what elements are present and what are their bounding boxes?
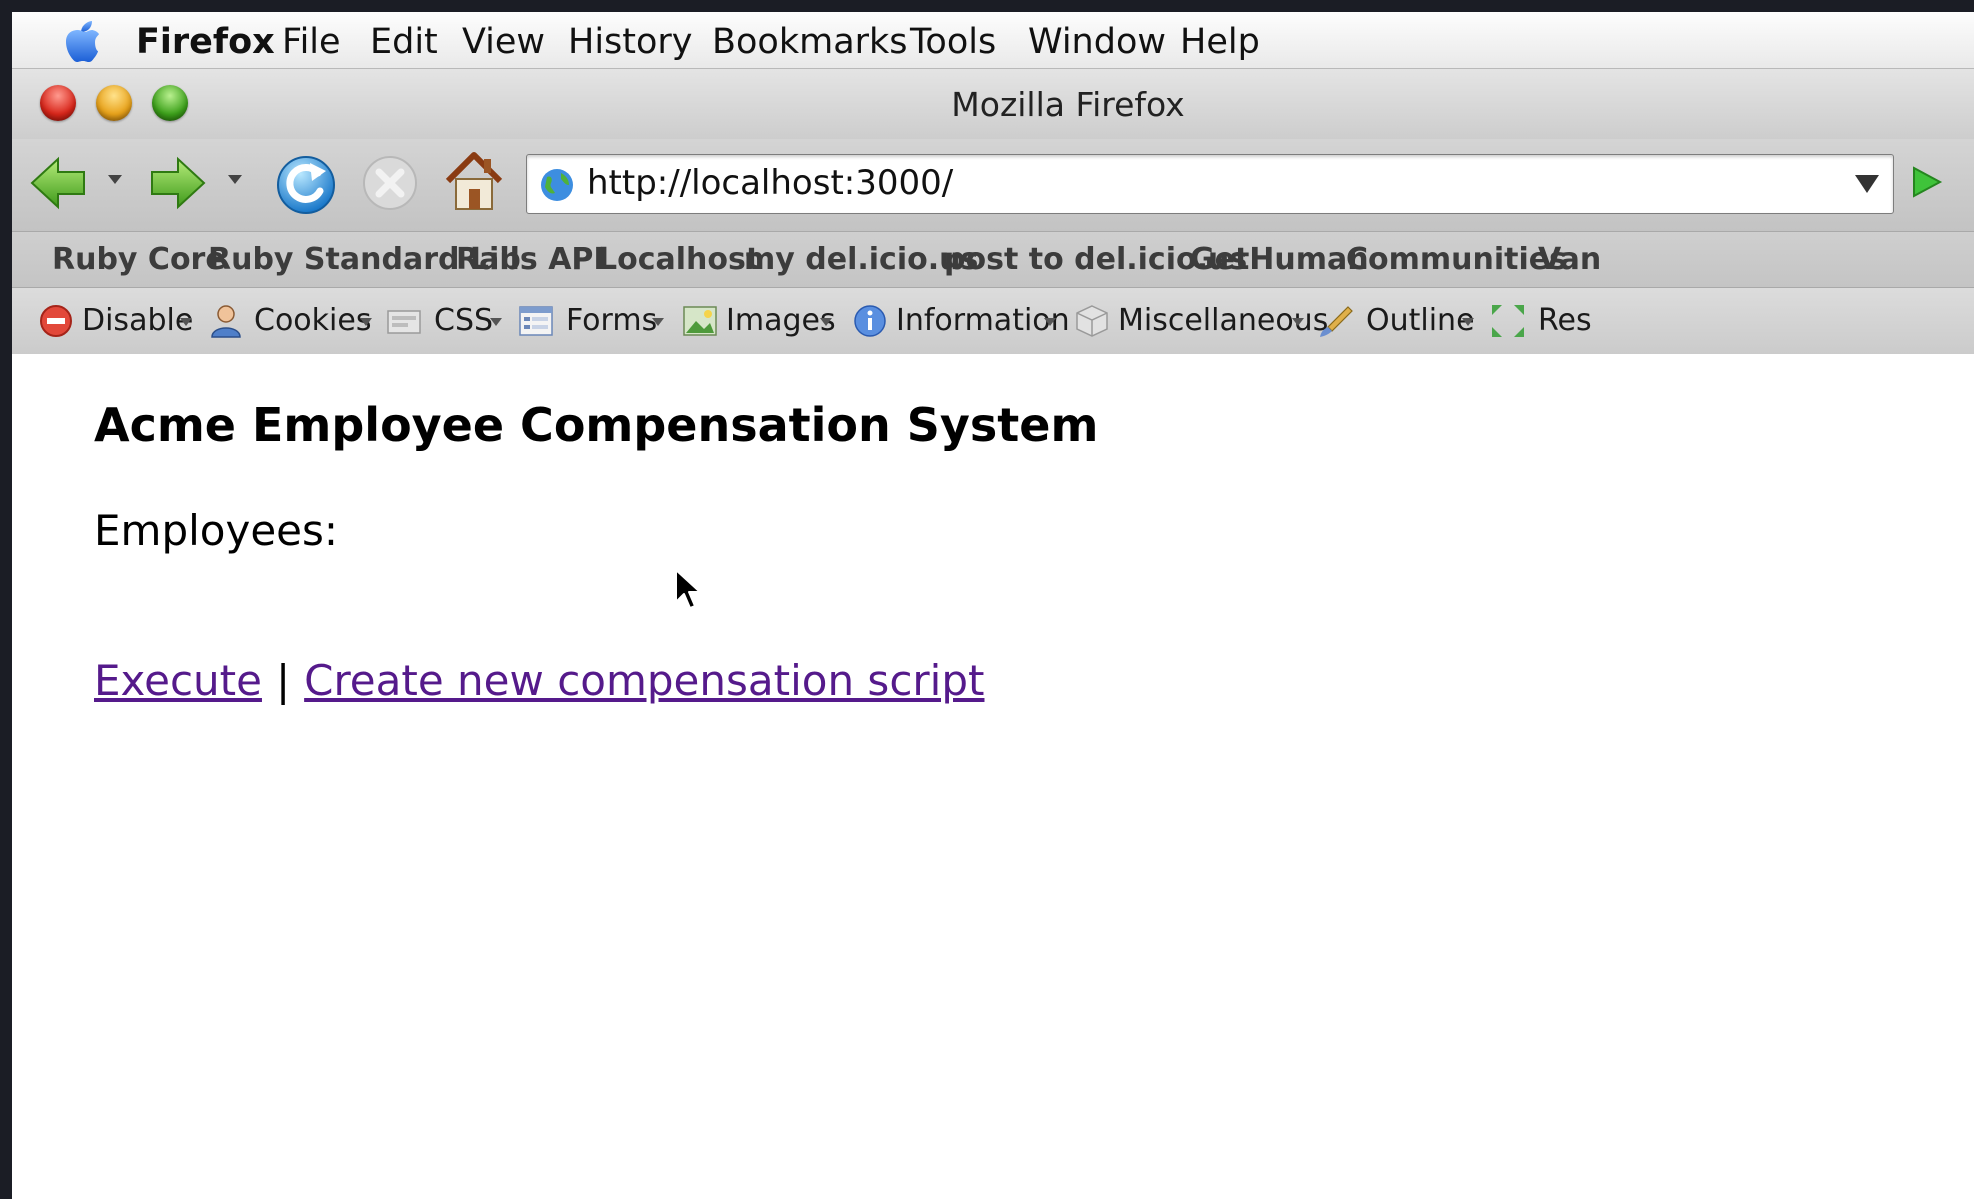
resize-icon xyxy=(1492,305,1524,337)
menu-firefox[interactable]: Firefox xyxy=(136,22,275,62)
bookmark-localhost[interactable]: Localhost xyxy=(598,242,760,277)
webdev-forms-label: Forms xyxy=(566,303,658,338)
chevron-down-icon xyxy=(490,318,502,326)
images-icon xyxy=(683,306,717,336)
home-icon[interactable] xyxy=(442,147,506,213)
forward-arrow-icon[interactable] xyxy=(148,153,208,213)
information-icon xyxy=(854,305,886,337)
menu-window[interactable]: Window xyxy=(1028,22,1166,62)
bookmark-gethuman[interactable]: GetHuman xyxy=(1190,242,1369,277)
url-text[interactable]: http://localhost:3000/ xyxy=(587,163,953,203)
bookmark-ruby-core[interactable]: Ruby Core xyxy=(52,242,226,277)
outline-brush-icon xyxy=(1320,306,1353,337)
disable-icon xyxy=(40,305,72,337)
menu-bar: Firefox File Edit View History Bookmarks… xyxy=(12,12,1974,69)
bookmark-van[interactable]: Van xyxy=(1538,242,1601,277)
create-compensation-script-link[interactable]: Create new compensation script xyxy=(304,656,984,705)
navigation-toolbar: http://localhost:3000/ xyxy=(12,139,1974,231)
menu-tools[interactable]: Tools xyxy=(910,22,996,62)
menu-file[interactable]: File xyxy=(282,22,341,62)
chevron-down-icon xyxy=(1044,318,1056,326)
webdev-disable-label: Disable xyxy=(82,303,194,338)
page-title: Acme Employee Compensation System xyxy=(94,398,1099,452)
menu-bookmarks[interactable]: Bookmarks xyxy=(712,22,908,62)
bookmark-rails-api[interactable]: Rails API xyxy=(456,242,605,277)
web-developer-toolbar: Disable Cookies CSS Forms Images Informa… xyxy=(12,287,1974,355)
miscellaneous-icon xyxy=(1076,305,1108,337)
webdev-resize-label: Res xyxy=(1538,303,1592,338)
webdev-outline-label: Outline xyxy=(1366,303,1475,338)
chevron-down-icon xyxy=(360,318,372,326)
title-bar: Mozilla Firefox xyxy=(12,69,1974,139)
chevron-down-icon xyxy=(180,318,192,326)
chevron-down-icon xyxy=(1292,318,1304,326)
cookies-icon xyxy=(211,305,241,338)
reload-icon[interactable] xyxy=(274,151,338,215)
forward-history-dropdown[interactable] xyxy=(228,175,242,184)
globe-icon xyxy=(541,169,573,201)
bookmarks-toolbar: Ruby Core Ruby Standard Lib Rails API Lo… xyxy=(12,231,1974,288)
link-separator: | xyxy=(275,656,291,705)
back-history-dropdown[interactable] xyxy=(108,175,122,184)
menu-edit[interactable]: Edit xyxy=(370,22,438,62)
go-arrow-icon[interactable] xyxy=(1908,164,1944,200)
webdev-cookies-label: Cookies xyxy=(254,303,372,338)
chevron-down-icon xyxy=(1462,318,1474,326)
page-content: Acme Employee Compensation System Employ… xyxy=(12,354,1974,1199)
forms-icon xyxy=(519,306,553,336)
menu-view[interactable]: View xyxy=(462,22,545,62)
url-history-dropdown-icon[interactable] xyxy=(1855,175,1879,193)
apple-menu-icon[interactable] xyxy=(62,20,102,62)
browser-window: Firefox File Edit View History Bookmarks… xyxy=(12,12,1974,1199)
chevron-down-icon xyxy=(652,318,664,326)
webdev-css-label: CSS xyxy=(434,303,494,338)
employees-label: Employees: xyxy=(94,506,339,555)
url-bar[interactable]: http://localhost:3000/ xyxy=(526,154,1894,214)
mouse-pointer-icon xyxy=(675,569,701,609)
action-links: Execute | Create new compensation script xyxy=(94,656,984,705)
chevron-down-icon xyxy=(820,318,832,326)
menu-history[interactable]: History xyxy=(568,22,693,62)
css-icon xyxy=(387,310,421,334)
back-arrow-icon[interactable] xyxy=(28,153,88,213)
stop-icon[interactable] xyxy=(360,153,420,213)
menu-help[interactable]: Help xyxy=(1180,22,1260,62)
window-title: Mozilla Firefox xyxy=(951,85,1185,124)
execute-link[interactable]: Execute xyxy=(94,656,262,705)
bookmark-communities[interactable]: Communities xyxy=(1346,242,1567,277)
